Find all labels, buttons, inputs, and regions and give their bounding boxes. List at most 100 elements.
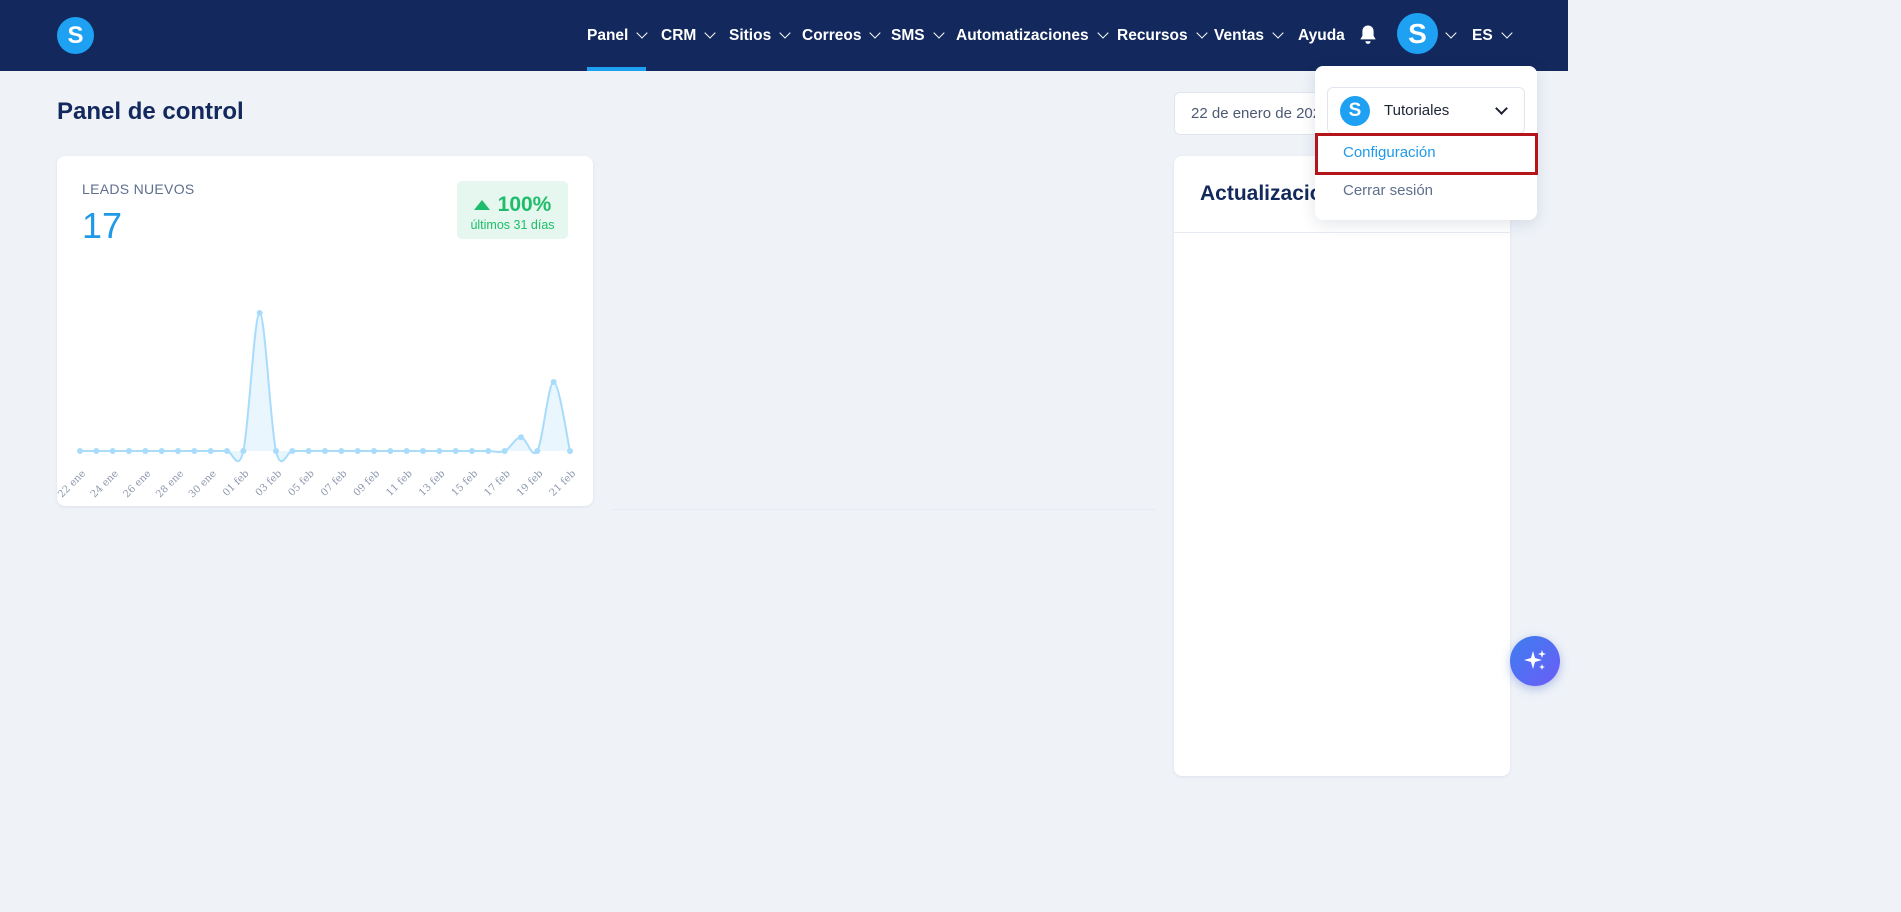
account-name: Tutoriales [1384, 102, 1450, 119]
chart-point[interactable] [273, 448, 279, 454]
nav-label: Sitios [729, 26, 772, 44]
chart-point[interactable] [305, 448, 312, 454]
chart-point[interactable] [436, 448, 443, 454]
sparkle-icon [1524, 650, 1546, 670]
nav-automatizaciones[interactable]: Automatizaciones [956, 0, 1109, 71]
x-tick-label: 15 feb [450, 468, 480, 498]
nav-recursos[interactable]: Recursos [1117, 0, 1208, 71]
chart-point[interactable] [191, 448, 198, 454]
chart-point[interactable] [256, 310, 263, 316]
chart-point[interactable] [240, 448, 247, 454]
x-tick-label: 22 ene [57, 468, 88, 500]
chart-point[interactable] [142, 448, 149, 454]
nav-label: Automatizaciones [956, 26, 1089, 44]
nav-sitios[interactable]: Sitios [729, 0, 791, 71]
nav-label: CRM [661, 26, 697, 44]
updates-card: Actualizaciones [1174, 156, 1510, 776]
nav-label: Recursos [1117, 26, 1188, 44]
chart-point[interactable] [322, 448, 328, 454]
menu-item-cerrar-sesion[interactable]: Cerrar sesión [1343, 182, 1433, 199]
chart-point[interactable] [93, 448, 100, 454]
leads-chart: 22 ene 24 ene 26 ene 28 ene 30 ene 01 feb 03 f… [57, 310, 578, 500]
chart-point[interactable] [338, 448, 345, 454]
x-tick-label: 05 feb [286, 468, 316, 498]
x-tick-label: 13 feb [417, 468, 447, 498]
nav-label: Ayuda [1298, 26, 1345, 44]
account-logo: S [1340, 95, 1370, 126]
top-navbar: S Panel CRM Sitios Correos SMS Automatiz… [0, 0, 1568, 71]
nav-correos[interactable]: Correos [802, 0, 882, 71]
chart-point[interactable] [126, 448, 132, 454]
x-tick-label: 24 ene [89, 468, 121, 500]
nav-ayuda[interactable]: Ayuda [1298, 0, 1345, 71]
ai-assistant-button[interactable] [1510, 636, 1560, 686]
chevron-down-icon[interactable] [1445, 27, 1457, 39]
chart-point[interactable] [289, 448, 296, 454]
empty-widget-area [611, 156, 1156, 510]
chart-point[interactable] [567, 448, 573, 454]
chevron-down-icon [704, 27, 716, 39]
chart-point[interactable] [452, 448, 459, 454]
x-tick-label: 19 feb [515, 468, 545, 498]
page-title: Panel de control [57, 98, 244, 125]
language-selector[interactable]: ES [1472, 0, 1513, 71]
chart-point[interactable] [550, 379, 557, 385]
chart-point[interactable] [420, 448, 426, 454]
nav-label: SMS [891, 26, 925, 44]
chevron-down-icon [1096, 27, 1109, 39]
language-label: ES [1472, 26, 1493, 44]
chart-point[interactable] [77, 448, 83, 454]
chart-point[interactable] [387, 448, 394, 454]
bell-icon[interactable] [1358, 24, 1378, 46]
chart-point[interactable] [403, 448, 410, 454]
chart-point[interactable] [175, 448, 181, 454]
account-logo-letter: S [1348, 99, 1362, 121]
chart-point[interactable] [485, 448, 492, 454]
nav-label: Panel [587, 26, 629, 44]
chevron-down-icon [1501, 27, 1513, 39]
chevron-down-icon [1272, 27, 1284, 39]
chart-point[interactable] [354, 448, 361, 454]
x-tick-label: 03 feb [254, 468, 284, 498]
chevron-down-icon [1195, 27, 1208, 39]
chevron-down-icon [779, 27, 791, 39]
chart-point[interactable] [109, 448, 116, 454]
nav-label: Correos [802, 26, 862, 44]
x-tick-label: 21 feb [548, 468, 578, 498]
chart-point[interactable] [224, 448, 230, 454]
chart-point[interactable] [534, 448, 541, 454]
nav-panel[interactable]: Panel [587, 0, 649, 71]
brand-logo-letter: S [67, 21, 84, 49]
avatar[interactable]: S [1397, 13, 1438, 54]
x-tick-label: 11 feb [384, 468, 414, 498]
x-tick-label: 01 feb [221, 468, 251, 498]
avatar-letter: S [1408, 17, 1427, 49]
date-range-text: 22 de enero de 2025 [1191, 105, 1330, 122]
divider [1174, 232, 1510, 233]
chart-point[interactable] [371, 448, 377, 454]
chevron-down-icon [636, 27, 649, 39]
chart-point[interactable] [207, 448, 214, 454]
x-tick-label: 30 ene [187, 468, 219, 500]
nav-sms[interactable]: SMS [891, 0, 945, 71]
chart-point[interactable] [469, 448, 475, 454]
chart-area-fill [80, 313, 570, 462]
x-tick-label: 17 feb [482, 468, 512, 498]
x-tick-label: 26 ene [122, 468, 154, 500]
chart-series-line [80, 311, 571, 463]
highlight-box [1315, 133, 1538, 175]
nav-ventas[interactable]: Ventas [1214, 0, 1284, 71]
x-tick-label: 07 feb [319, 468, 349, 498]
chart-point[interactable] [501, 448, 508, 454]
brand-logo[interactable]: S [57, 17, 94, 54]
chart-point[interactable] [518, 434, 524, 441]
nav-crm[interactable]: CRM [661, 0, 716, 71]
chevron-down-icon [869, 27, 882, 39]
nav-label: Ventas [1214, 26, 1264, 44]
x-tick-label: 09 feb [352, 468, 382, 498]
new-leads-card: LEADS NUEVOS 17 100% últimos 31 días 22 … [57, 156, 593, 506]
chevron-down-icon [932, 27, 945, 39]
x-tick-label: 28 ene [154, 468, 186, 500]
chart-point[interactable] [158, 448, 165, 454]
account-switcher[interactable]: S Tutoriales [1327, 87, 1525, 134]
